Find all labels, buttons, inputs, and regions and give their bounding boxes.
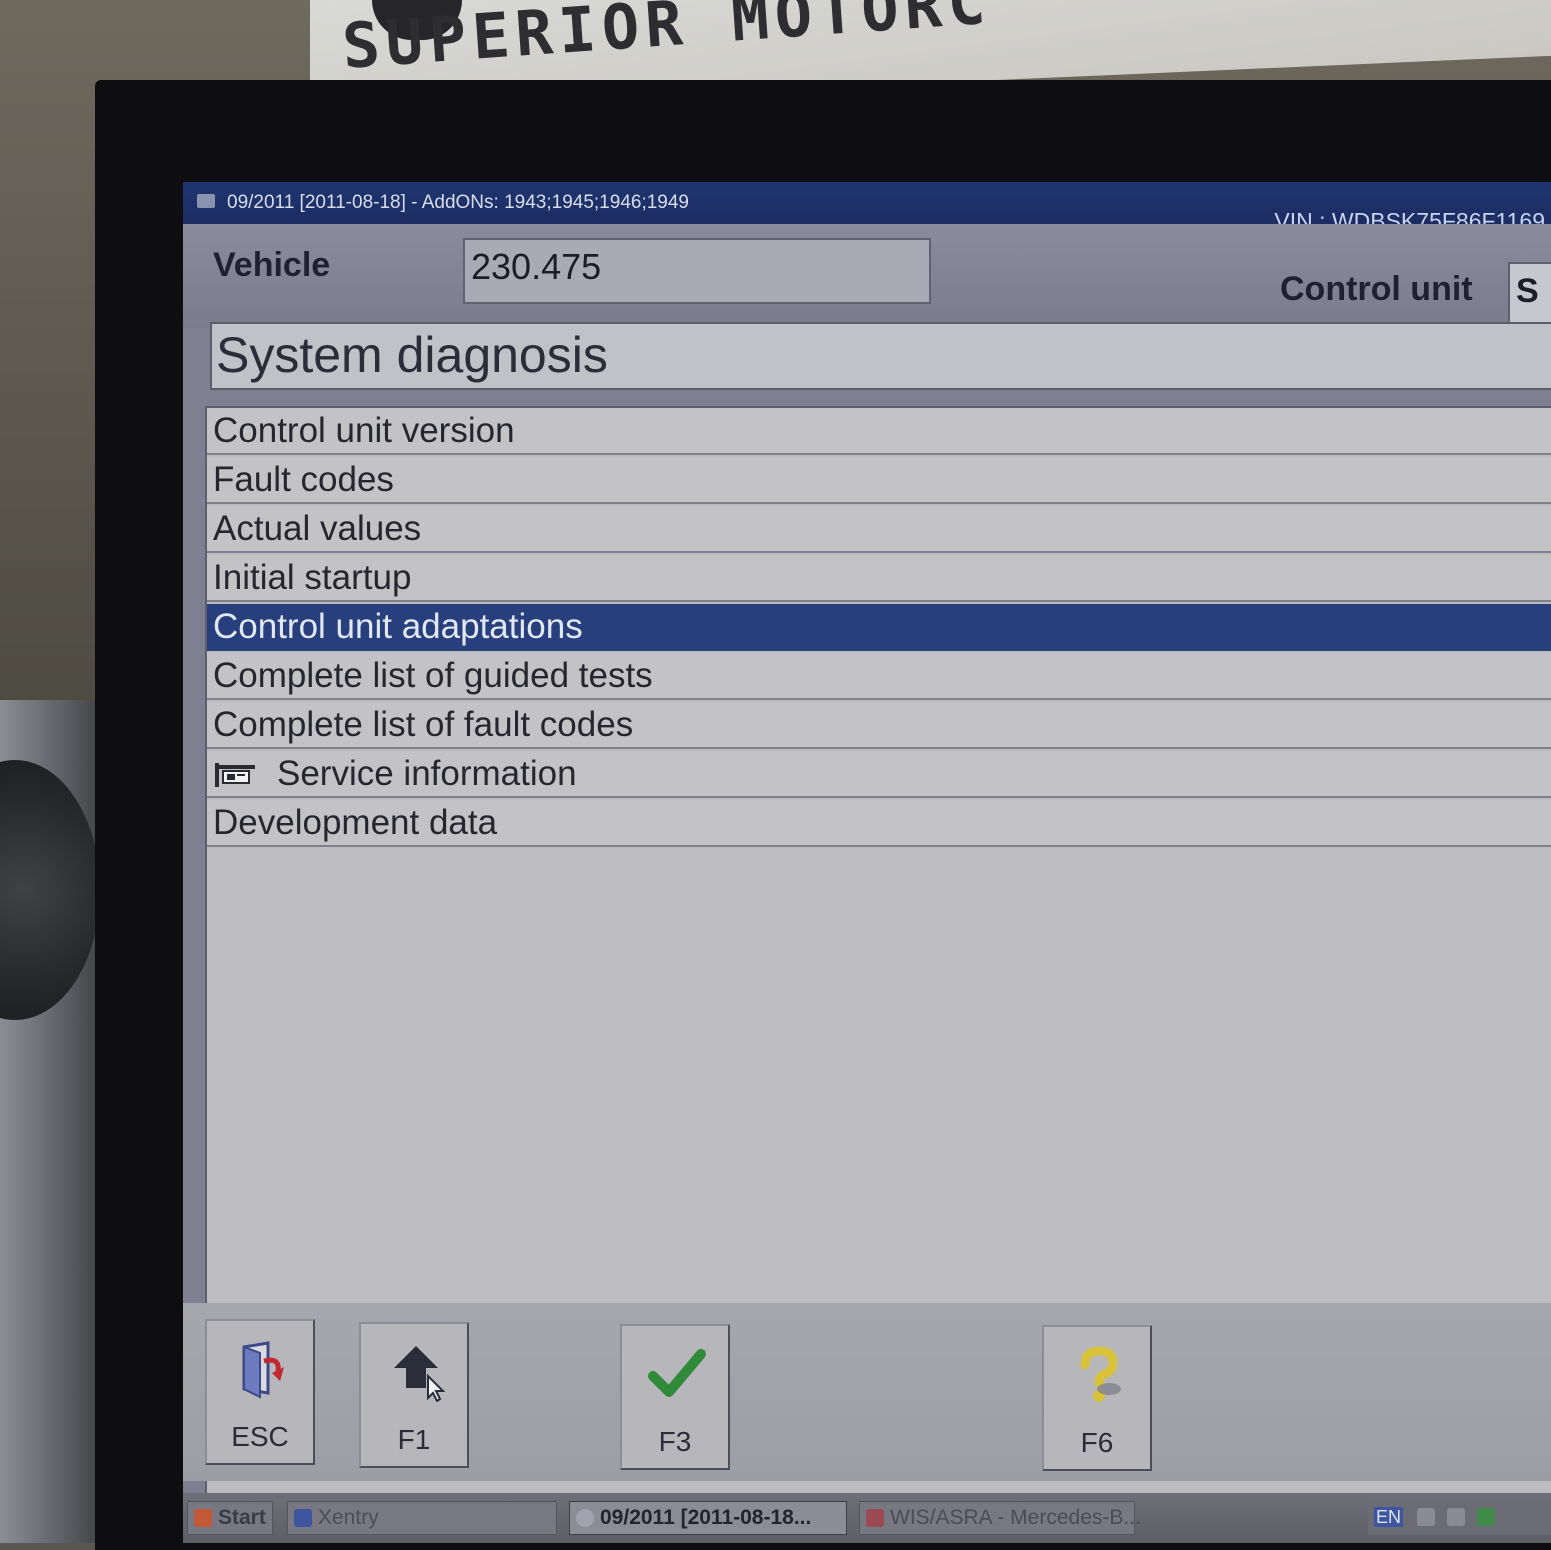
section-title: System diagnosis — [210, 322, 1551, 390]
vehicle-label: Vehicle — [213, 246, 331, 284]
menu-item-label: Fault codes — [213, 460, 394, 499]
start-label: Start — [218, 1506, 266, 1529]
menu-item-label: Service information — [277, 754, 577, 793]
tray-status-icon[interactable] — [1476, 1508, 1495, 1526]
function-key-bar: ESC F1 F3 F6 — [183, 1303, 1551, 1481]
esc-button[interactable]: ESC — [205, 1319, 315, 1465]
menu-item-label: Initial startup — [213, 558, 412, 597]
tray-volume-icon[interactable] — [1446, 1508, 1465, 1526]
wis-asra-icon — [866, 1509, 884, 1527]
menu-item-fault-codes[interactable]: Fault codes — [207, 457, 1551, 504]
esc-label: ESC — [231, 1421, 289, 1452]
up-arrow-icon — [394, 1346, 446, 1402]
language-indicator[interactable]: EN — [1374, 1507, 1404, 1527]
f6-button[interactable]: F6 — [1042, 1325, 1152, 1471]
f1-label: F1 — [397, 1424, 431, 1455]
windows-logo-icon — [194, 1509, 212, 1527]
start-button[interactable]: Start — [187, 1501, 273, 1535]
f3-button[interactable]: F3 — [620, 1324, 730, 1470]
menu-item-control-unit-adaptations[interactable]: Control unit adaptations — [207, 604, 1551, 651]
checkmark-icon — [648, 1349, 706, 1397]
xentry-app-icon — [294, 1509, 312, 1527]
menu-item-guided-tests-list[interactable]: Complete list of guided tests — [207, 653, 1551, 700]
f3-label: F3 — [658, 1426, 692, 1457]
menu-item-label: Control unit adaptations — [213, 607, 583, 646]
window-title: 09/2011 [2011-08-18] - AddONs: 1943;1945… — [227, 192, 689, 213]
taskbar-item-wis-asra[interactable]: WIS/ASRA - Mercedes-B... — [859, 1501, 1141, 1535]
menu-item-development-data[interactable]: Development data — [207, 800, 1551, 847]
system-tray: EN — [1368, 1501, 1551, 1535]
f1-button[interactable]: F1 — [359, 1322, 469, 1468]
menu-item-actual-values[interactable]: Actual values — [207, 506, 1551, 553]
taskbar-item-xentry-window[interactable]: 09/2011 [2011-08-18... — [569, 1501, 847, 1535]
menu-item-label: Complete list of fault codes — [213, 705, 634, 744]
xentry-window: 09/2011 [2011-08-18] - AddONs: 1943;1945… — [183, 182, 1551, 1543]
help-question-icon — [1080, 1346, 1121, 1402]
tray-network-icon[interactable] — [1416, 1508, 1435, 1526]
menu-item-label: Complete list of guided tests — [213, 656, 653, 695]
f6-label: F6 — [1080, 1427, 1114, 1458]
menu-item-fault-codes-list[interactable]: Complete list of fault codes — [207, 702, 1551, 749]
control-unit-label: Control unit — [1280, 270, 1473, 308]
xentry-label: Xentry — [318, 1506, 379, 1529]
control-unit-field: S — [1508, 262, 1551, 324]
title-bar: 09/2011 [2011-08-18] - AddONs: 1943;1945… — [183, 182, 1551, 234]
app-window-icon — [197, 194, 215, 208]
menu-item-label: Actual values — [213, 509, 422, 548]
menu-item-service-information[interactable]: Service information — [207, 751, 1551, 798]
xentry-task-icon — [576, 1509, 594, 1527]
taskbar: Start Xentry 09/2011 [2011-08-18... WIS/… — [183, 1493, 1551, 1543]
taskbar-item-label: 09/2011 [2011-08-18... — [600, 1506, 812, 1529]
menu-item-control-unit-version[interactable]: Control unit version — [207, 408, 1551, 455]
service-info-icon — [215, 763, 255, 787]
taskbar-item-label: WIS/ASRA - Mercedes-B... — [890, 1506, 1141, 1529]
menu-item-label: Control unit version — [213, 411, 515, 450]
xentry-quicklaunch[interactable]: Xentry — [287, 1501, 557, 1535]
menu-item-label: Development data — [213, 803, 498, 842]
menu-item-initial-startup[interactable]: Initial startup — [207, 555, 1551, 602]
vehicle-field: 230.475 — [463, 238, 931, 304]
exit-door-icon — [242, 1341, 284, 1399]
